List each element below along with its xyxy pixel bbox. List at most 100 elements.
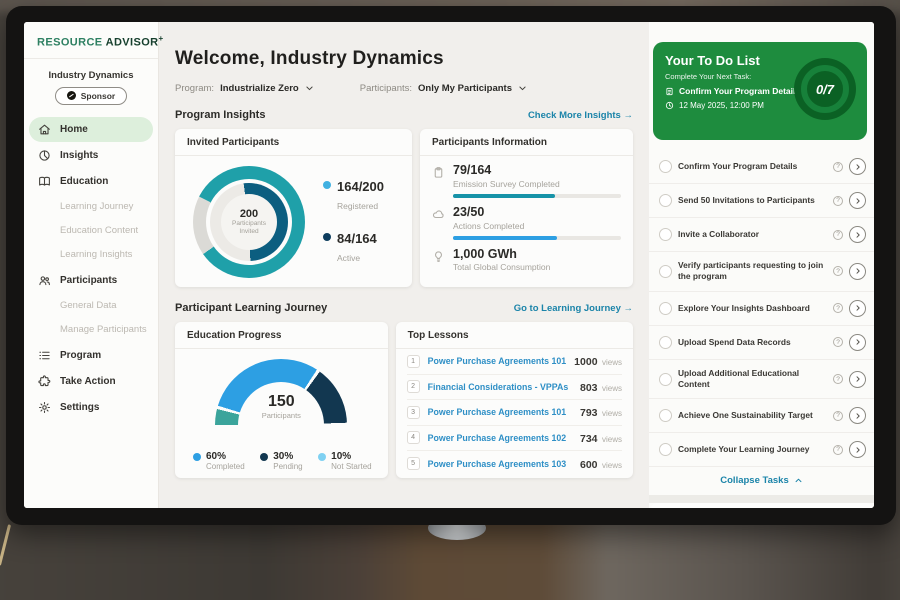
info-icon[interactable] bbox=[833, 266, 843, 276]
lesson-link[interactable]: Power Purchase Agreements 102 bbox=[428, 433, 572, 443]
sidebar-item-take-action[interactable]: Take Action bbox=[29, 369, 153, 394]
task-checkbox[interactable] bbox=[659, 302, 672, 315]
stat-value: 1,000 GWh bbox=[453, 248, 550, 262]
collapse-tasks-link[interactable]: Collapse Tasks bbox=[649, 467, 874, 495]
sidebar-item-label: Education bbox=[60, 176, 108, 187]
arrow-right-icon: → bbox=[624, 303, 634, 314]
task-open-button[interactable] bbox=[849, 441, 866, 458]
task-checkbox[interactable] bbox=[659, 228, 672, 241]
info-icon[interactable] bbox=[833, 303, 843, 313]
invited-participants-body: 200 Participants Invited 164/200Register… bbox=[175, 156, 412, 278]
info-icon[interactable] bbox=[833, 230, 843, 240]
stat-label: Emission Survey Completed bbox=[453, 179, 621, 189]
lesson-link[interactable]: Power Purchase Agreements 101 bbox=[428, 356, 567, 366]
task-open-button[interactable] bbox=[849, 334, 866, 351]
info-icon[interactable] bbox=[833, 445, 843, 455]
task-open-button[interactable] bbox=[849, 371, 866, 388]
lesson-row: 5 Power Purchase Agreements 103 600 view… bbox=[407, 451, 622, 477]
lesson-views: 803 bbox=[580, 382, 598, 394]
todo-due-date: 12 May 2025, 12:00 PM bbox=[679, 101, 764, 110]
task-open-button[interactable] bbox=[849, 300, 866, 317]
lesson-row: 1 Power Purchase Agreements 101 1000 vie… bbox=[407, 349, 622, 375]
info-icon[interactable] bbox=[833, 196, 843, 206]
program-filter[interactable]: Program: Industrialize Zero bbox=[175, 83, 314, 94]
legend-label: Registered bbox=[337, 201, 378, 211]
legend-value: 84/164 bbox=[337, 231, 377, 246]
stat-actions-completed: 23/50 Actions Completed bbox=[420, 198, 633, 240]
task-checkbox[interactable] bbox=[659, 409, 672, 422]
lesson-views-suffix: views bbox=[602, 409, 622, 418]
lesson-rank: 2 bbox=[407, 380, 420, 393]
info-icon[interactable] bbox=[833, 411, 843, 421]
task-open-button[interactable] bbox=[849, 407, 866, 424]
lesson-views-suffix: views bbox=[602, 384, 622, 393]
task-checkbox[interactable] bbox=[659, 336, 672, 349]
monitor-bezel: RESOURCE ADVISOR+ Industry Dynamics Spon… bbox=[6, 6, 896, 525]
sidebar-item-education[interactable]: Education bbox=[29, 169, 153, 194]
info-icon[interactable] bbox=[833, 162, 843, 172]
consumption-icon bbox=[432, 250, 445, 263]
donut-legend: 164/200Registered 84/164Active bbox=[323, 178, 384, 266]
task-open-button[interactable] bbox=[849, 226, 866, 243]
progress-track bbox=[453, 194, 621, 198]
lesson-link[interactable]: Financial Considerations - VPPAs bbox=[428, 382, 572, 392]
task-open-button[interactable] bbox=[849, 192, 866, 209]
task-checkbox[interactable] bbox=[659, 194, 672, 207]
participants-filter-value: Only My Participants bbox=[418, 83, 512, 94]
task-label: Invite a Collaborator bbox=[678, 229, 827, 240]
task-checkbox[interactable] bbox=[659, 265, 672, 278]
panel-divider bbox=[649, 495, 874, 503]
check-more-insights-link[interactable]: Check More Insights → bbox=[528, 110, 633, 121]
link-label: Check More Insights bbox=[528, 110, 621, 121]
lesson-link[interactable]: Power Purchase Agreements 103 bbox=[428, 459, 572, 469]
sponsor-badge[interactable]: Sponsor bbox=[55, 87, 127, 105]
legend-not-started: 10% Not Started bbox=[318, 451, 371, 471]
legend-label: Active bbox=[337, 253, 360, 263]
card-title: Participants Information bbox=[420, 129, 633, 156]
sponsor-icon bbox=[67, 91, 76, 100]
sidebar-item-general-data[interactable]: General Data bbox=[24, 294, 158, 318]
info-icon[interactable] bbox=[833, 337, 843, 347]
sidebar-item-learning-insights[interactable]: Learning Insights bbox=[24, 243, 158, 267]
task-checkbox[interactable] bbox=[659, 373, 672, 386]
go-to-learning-journey-link[interactable]: Go to Learning Journey → bbox=[514, 303, 633, 314]
education-icon bbox=[38, 175, 51, 188]
task-list: Confirm Your Program Details Send 50 Inv… bbox=[649, 150, 874, 467]
lesson-views-suffix: views bbox=[602, 358, 622, 367]
lesson-row: 4 Power Purchase Agreements 102 734 view… bbox=[407, 426, 622, 452]
sidebar-item-insights[interactable]: Insights bbox=[29, 143, 153, 168]
sidebar-item-learning-journey[interactable]: Learning Journey bbox=[24, 195, 158, 219]
lesson-row: 2 Financial Considerations - VPPAs 803 v… bbox=[407, 375, 622, 401]
sidebar-item-program[interactable]: Program bbox=[29, 343, 153, 368]
task-checkbox[interactable] bbox=[659, 443, 672, 456]
legend-label: Not Started bbox=[331, 462, 371, 471]
lesson-link[interactable]: Power Purchase Agreements 101 bbox=[428, 407, 572, 417]
lesson-views: 734 bbox=[580, 433, 598, 445]
participants-filter-label: Participants: bbox=[360, 83, 412, 94]
sidebar-item-education-content[interactable]: Education Content bbox=[24, 219, 158, 243]
task-label: Explore Your Insights Dashboard bbox=[678, 303, 827, 314]
sidebar-item-participants[interactable]: Participants bbox=[29, 268, 153, 293]
stat-label: Total Global Consumption bbox=[453, 262, 550, 272]
gauge-legend: 60% Completed 30% Pending 10% Not Starte… bbox=[175, 443, 388, 471]
top-lessons-card: Top Lessons 1 Power Purchase Agreements … bbox=[396, 322, 633, 478]
participants-filter[interactable]: Participants: Only My Participants bbox=[360, 83, 527, 94]
stat-value: 79/164 bbox=[453, 164, 621, 178]
legend-value: 30% bbox=[273, 451, 293, 462]
education-progress-card: Education Progress 150 Participants 60% … bbox=[175, 322, 388, 478]
app-logo: RESOURCE ADVISOR+ bbox=[24, 22, 158, 59]
sidebar-item-settings[interactable]: Settings bbox=[29, 395, 153, 420]
info-icon[interactable] bbox=[833, 374, 843, 384]
donut-center-value: 200 bbox=[240, 208, 258, 220]
todo-progress-count: 0/7 bbox=[816, 82, 834, 97]
legend-value: 60% bbox=[206, 451, 226, 462]
task-open-button[interactable] bbox=[849, 158, 866, 175]
task-checkbox[interactable] bbox=[659, 160, 672, 173]
task-label: Complete Your Learning Journey bbox=[678, 444, 827, 455]
learning-cards-row: Education Progress 150 Participants 60% … bbox=[175, 322, 633, 478]
sidebar-item-manage-participants[interactable]: Manage Participants bbox=[24, 318, 158, 342]
sidebar-item-home[interactable]: Home bbox=[29, 117, 153, 142]
legend-pending: 30% Pending bbox=[260, 451, 302, 471]
participants-icon bbox=[38, 274, 51, 287]
task-open-button[interactable] bbox=[849, 263, 866, 280]
